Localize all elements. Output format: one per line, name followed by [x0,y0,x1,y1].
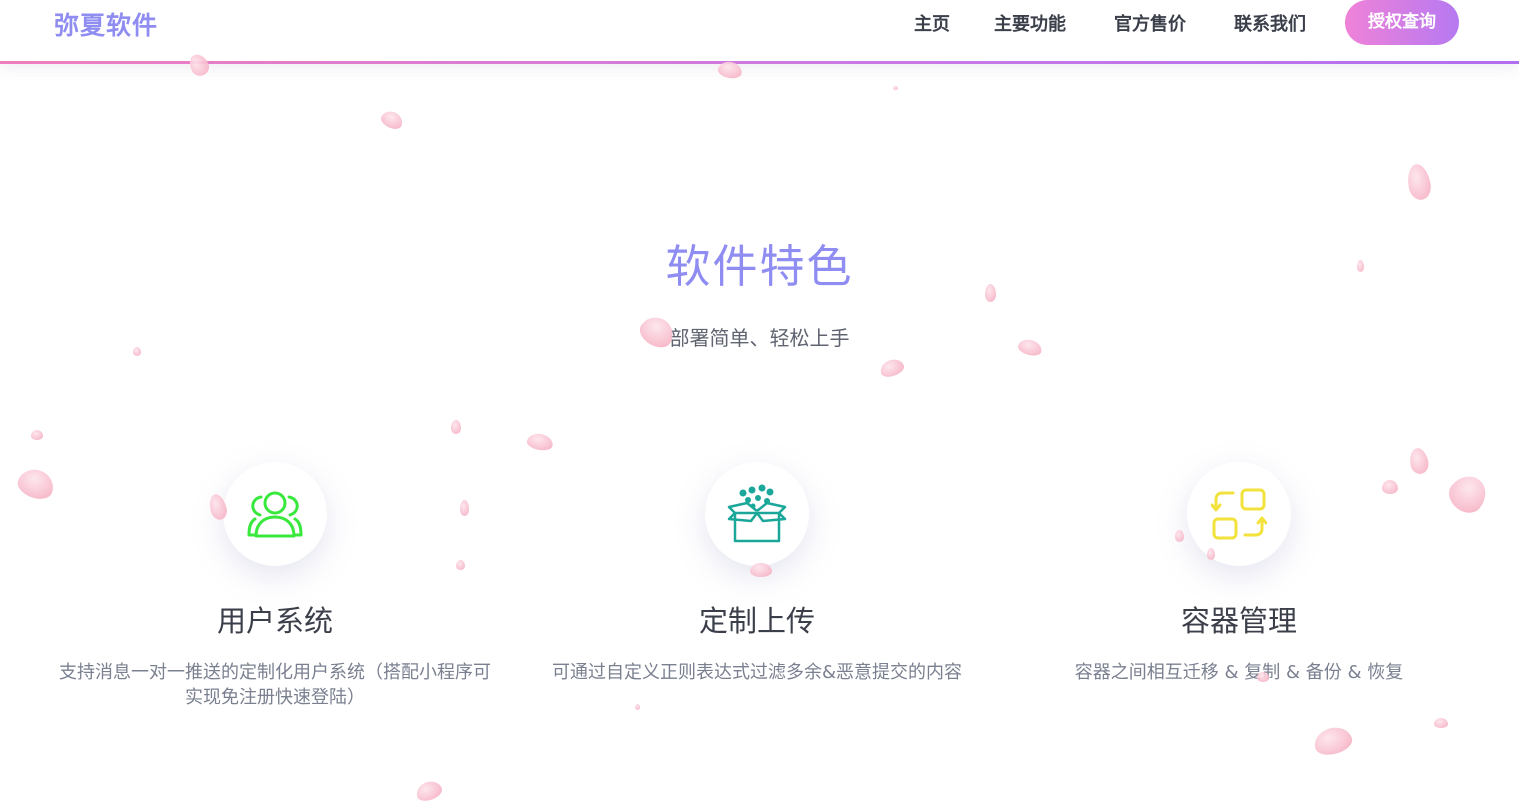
brand-logo[interactable]: 弥夏软件 [54,6,158,42]
feature-description: 可通过自定义正则表达式过滤多余&恶意提交的内容 [551,662,963,683]
petal-decoration [31,430,43,440]
petal-decoration [1434,718,1448,728]
petal-decoration [1357,260,1364,272]
nav-contact[interactable]: 联系我们 [1234,10,1306,36]
feature-title: 容器管理 [1180,604,1297,638]
users-icon [247,491,303,538]
license-query-button[interactable]: 授权查询 [1345,0,1459,45]
petal-decoration [1311,723,1355,759]
petal-decoration [985,284,996,302]
petal-decoration [877,356,907,380]
feature-icon-wrapper [705,462,809,566]
petal-decoration [378,108,406,132]
petal-decoration [635,704,640,710]
feature-description: 支持消息一对一推送的定制化用户系统（搭配小程序可实现免注册快速登陆） [59,662,491,708]
feature-title: 定制上传 [698,604,815,638]
nav-home[interactable]: 主页 [914,10,950,36]
section-title: 软件特色 [665,240,854,293]
header-gradient-line [0,61,1519,64]
petal-decoration [133,347,141,356]
petal-decoration [451,420,461,434]
petal-decoration [750,563,772,577]
feature-title: 用户系统 [216,604,333,638]
section-subtitle: 部署简单、轻松上手 [669,326,850,350]
petal-decoration [1405,162,1433,202]
nav-pricing[interactable]: 官方售价 [1114,10,1186,36]
feature-description: 容器之间相互迁移 & 复制 & 备份 & 恢复 [1074,662,1404,683]
feature-container-management: 容器管理 容器之间相互迁移 & 复制 & 备份 & 恢复 [1009,462,1469,685]
container-swap-icon [1211,488,1267,540]
feature-icon-wrapper [1187,462,1291,566]
feature-icon-wrapper [223,462,327,566]
petal-decoration [1257,672,1269,682]
feature-user-system: 用户系统 支持消息一对一推送的定制化用户系统（搭配小程序可实现免注册快速登陆） [45,462,505,710]
petal-decoration [1175,530,1184,542]
box-upload-icon [727,484,787,543]
petal-decoration [1207,548,1215,560]
petal-decoration [460,500,469,516]
petal-decoration [1382,480,1398,494]
petal-decoration [413,778,445,804]
petal-decoration [893,86,898,90]
nav-features[interactable]: 主要功能 [994,10,1066,36]
petal-decoration [525,431,555,453]
petal-decoration [456,560,465,570]
top-navbar: 弥夏软件 主页 主要功能 官方售价 联系我们 授权查询 [0,0,1519,62]
